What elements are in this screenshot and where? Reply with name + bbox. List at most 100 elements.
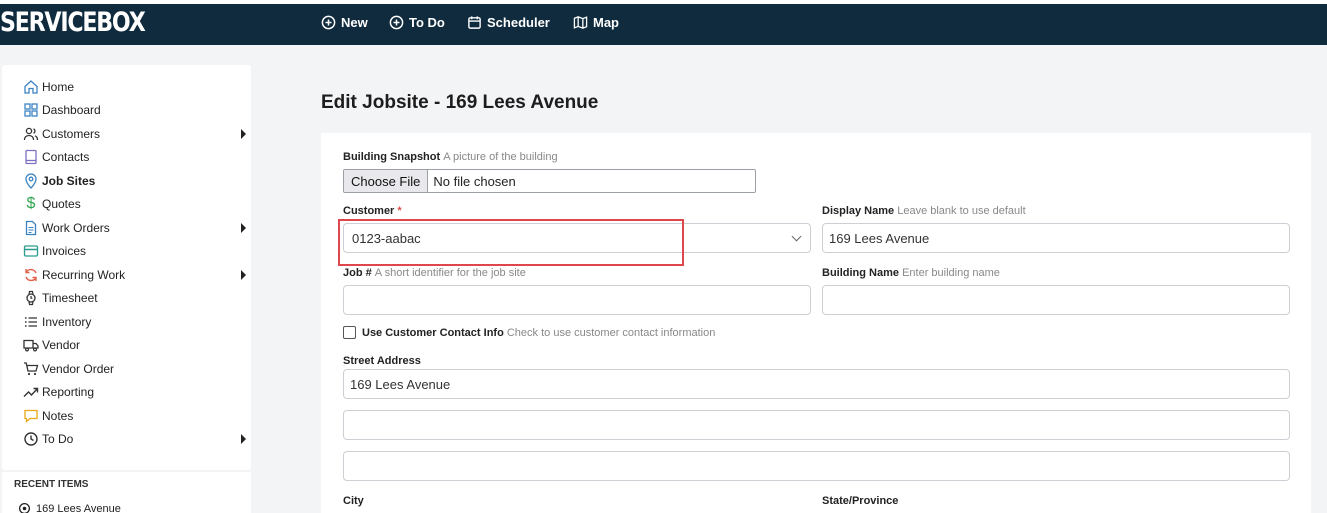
sidebar-item-home[interactable]: Home (22, 77, 250, 97)
recent-items-title: RECENT ITEMS (14, 479, 89, 490)
sidebar-item-label: Timesheet (42, 291, 98, 305)
use-contact-hint: Check to use customer contact informatio… (506, 326, 716, 339)
plus-circle-icon (321, 15, 336, 30)
sidebar-item-label: Notes (42, 409, 74, 423)
display-name-label-text: Display Name (822, 205, 895, 217)
sidebar-item-job-sites[interactable]: Job Sites (22, 171, 250, 191)
sidebar-item-label: Quotes (42, 197, 81, 211)
sidebar-item-label: Inventory (42, 315, 92, 329)
recent-items-panel: RECENT ITEMS 169 Lees Avenue (2, 472, 251, 513)
snapshot-file-input[interactable]: Choose File No file chosen (343, 169, 756, 193)
building-name-hint: Enter building name (902, 267, 1000, 279)
use-contact-checkbox[interactable] (343, 326, 356, 339)
street-address-line3[interactable] (343, 451, 1290, 481)
use-contact-row: Use Customer Contact Info Check to use c… (343, 326, 715, 339)
map-icon (573, 16, 588, 29)
display-name-field[interactable]: 169 Lees Avenue (822, 223, 1290, 253)
page-title: Edit Jobsite - 169 Lees Avenue (321, 92, 599, 113)
nav-todo-label: To Do (409, 15, 445, 30)
street-address-label: Street Address (343, 355, 421, 367)
job-number-hint: A short identifier for the job site (374, 267, 526, 279)
location-pin-icon (22, 172, 40, 190)
watch-icon (22, 289, 40, 307)
brand-logo[interactable]: SERVICEBOX (0, 7, 146, 38)
file-status: No file chosen (433, 173, 516, 189)
sidebar-item-timesheet[interactable]: Timesheet (22, 288, 250, 308)
recent-item[interactable]: 169 Lees Avenue (18, 502, 121, 513)
sidebar-item-label: Dashboard (42, 103, 101, 117)
nav-new-label: New (341, 15, 368, 30)
grid-icon (22, 101, 40, 119)
state-label: State/Province (822, 495, 899, 507)
recent-item-label: 169 Lees Avenue (36, 502, 121, 513)
snapshot-label-text: Building Snapshot (343, 151, 441, 163)
sidebar-item-contacts[interactable]: Contacts (22, 147, 250, 167)
choose-file-button[interactable]: Choose File (344, 170, 429, 192)
sidebar-item-notes[interactable]: Notes (22, 406, 250, 426)
plus-circle-icon (389, 15, 404, 30)
top-navbar: SERVICEBOX New To Do Scheduler Map (0, 4, 1327, 45)
sidebar-item-todo[interactable]: To Do (22, 429, 250, 449)
display-name-hint: Leave blank to use default (897, 205, 1026, 217)
caret-right-icon[interactable] (241, 434, 246, 444)
street-address-line1[interactable]: 169 Lees Avenue (343, 369, 1290, 399)
sidebar-item-recurring-work[interactable]: Recurring Work (22, 265, 250, 285)
use-contact-label-text: Use Customer Contact Info (362, 326, 504, 339)
calendar-icon (468, 16, 481, 29)
job-number-label: Job # A short identifier for the job sit… (343, 267, 526, 279)
sidebar-item-vendor-order[interactable]: Vendor Order (22, 359, 250, 379)
sidebar-item-quotes[interactable]: $ Quotes (22, 194, 250, 214)
sidebar-item-label: Work Orders (42, 221, 110, 235)
sidebar: Home Dashboard Customers Contacts Job Si… (2, 65, 251, 470)
cart-icon (22, 360, 40, 378)
customer-select-value: 0123-aabac (352, 230, 421, 246)
building-name-label: Building Name Enter building name (822, 267, 1000, 279)
building-name-label-text: Building Name (822, 267, 900, 279)
street-address-line1-value: 169 Lees Avenue (350, 376, 451, 392)
caret-right-icon[interactable] (241, 223, 246, 233)
sidebar-item-label: Vendor (42, 338, 81, 352)
sidebar-item-invoices[interactable]: Invoices (22, 241, 250, 261)
nav-scheduler-label: Scheduler (487, 15, 550, 30)
location-target-icon (18, 502, 31, 513)
sidebar-item-label: Invoices (42, 244, 87, 258)
sidebar-item-label: Customers (42, 127, 101, 141)
job-number-label-text: Job # (343, 267, 372, 279)
job-number-field[interactable] (343, 285, 811, 315)
sidebar-item-vendor[interactable]: Vendor (22, 335, 250, 355)
nav-map[interactable]: Map (573, 15, 619, 30)
nav-map-label: Map (593, 15, 619, 30)
caret-right-icon[interactable] (241, 129, 246, 139)
sidebar-item-label: Home (42, 80, 75, 94)
caret-right-icon[interactable] (241, 270, 246, 280)
users-icon (22, 125, 40, 143)
nav-scheduler[interactable]: Scheduler (467, 15, 550, 30)
sidebar-item-dashboard[interactable]: Dashboard (22, 100, 250, 120)
sidebar-item-customers[interactable]: Customers (22, 124, 250, 144)
document-icon (22, 219, 40, 237)
nav-new[interactable]: New (321, 15, 368, 30)
sidebar-item-label: Vendor Order (42, 362, 115, 376)
truck-icon (22, 336, 40, 354)
sidebar-item-inventory[interactable]: Inventory (22, 312, 250, 332)
street-address-line2[interactable] (343, 410, 1290, 440)
use-contact-label: Use Customer Contact Info Check to use c… (362, 327, 715, 339)
snapshot-hint: A picture of the building (443, 151, 558, 163)
trend-icon (22, 383, 40, 401)
sidebar-item-reporting[interactable]: Reporting (22, 382, 250, 402)
required-mark: * (397, 205, 402, 217)
chevron-down-icon (791, 231, 802, 242)
customer-select[interactable]: 0123-aabac (343, 223, 811, 253)
nav-todo[interactable]: To Do (389, 15, 445, 30)
list-icon (22, 313, 40, 331)
sidebar-item-label: Contacts (42, 150, 90, 164)
sidebar-item-work-orders[interactable]: Work Orders (22, 218, 250, 238)
note-icon (22, 407, 40, 425)
city-label: City (343, 495, 364, 507)
customer-label: Customer * (343, 205, 402, 217)
building-name-field[interactable] (822, 285, 1290, 315)
refresh-icon (22, 266, 40, 284)
display-name-label: Display Name Leave blank to use default (822, 205, 1026, 217)
sidebar-item-label: To Do (42, 432, 74, 446)
credit-card-icon (22, 242, 40, 260)
